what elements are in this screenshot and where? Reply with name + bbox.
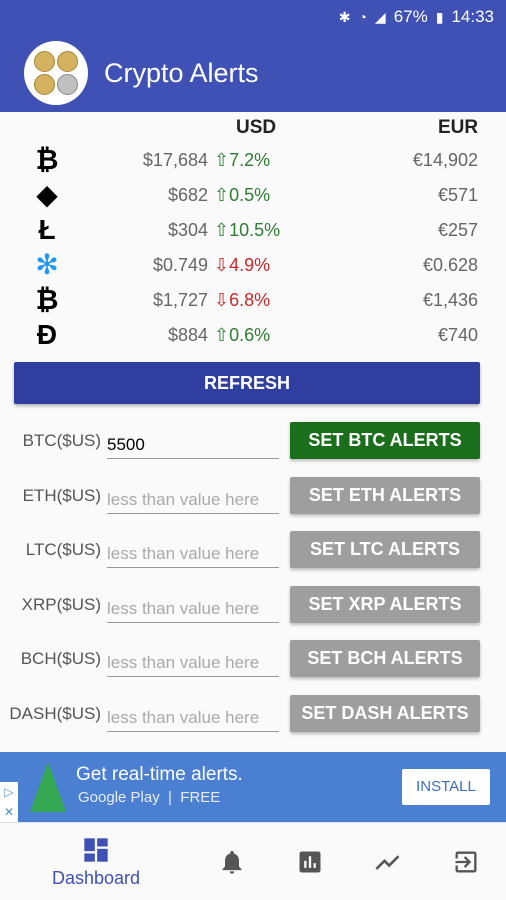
battery-level: 67% [393,7,428,26]
eur-price: €0.628 [422,255,478,275]
bitcoin-cash-icon: ₿ [35,283,59,315]
eur-price: €740 [437,325,478,345]
price-row-btc: ₿ $17,684 ⇧7.2% €14,902 [0,142,506,177]
price-row-bch: ₿ $1,727 ⇩6.8% €1,436 [0,282,506,317]
change-percent: ⇩6.8% [214,290,271,310]
set-ltc-alerts-button[interactable]: SET LTC ALERTS [290,531,480,568]
install-button[interactable]: INSTALL [402,769,490,805]
bar-chart-icon [299,851,321,873]
alert-row-btc: BTC($US) SET BTC ALERTS [0,415,506,469]
alert-label: LTC($US) [25,540,101,559]
status-bar: ✱ ◔ ◢ 67% ▮ 14:33 [0,0,506,34]
eur-price: €1,436 [422,290,478,310]
alert-row-bch: BCH($US) SET BCH ALERTS [0,633,506,687]
usd-price: $304 [167,220,208,240]
set-eth-alerts-button[interactable]: SET ETH ALERTS [290,477,480,514]
bluetooth-icon: ✱ [338,8,351,25]
alert-label: ETH($US) [22,486,101,505]
ad-price: FREE [180,789,221,806]
change-percent: ⇧0.5% [214,185,271,205]
eur-header: EUR [438,117,479,138]
eth-alert-input[interactable] [107,480,279,514]
clock: 14:33 [451,7,494,26]
set-dash-alerts-button[interactable]: SET DASH ALERTS [290,695,480,732]
price-row-dash: Đ $884 ⇧0.6% €740 [0,317,506,352]
set-xrp-alerts-button[interactable]: SET XRP ALERTS [290,586,480,623]
ripple-icon: ✻ [35,249,59,280]
ad-banner[interactable]: ▷ ✕ Get real-time alerts. Google Play | F… [0,752,506,822]
price-row-xrp: ✻ $0.749 ⇩4.9% €0.628 [0,247,506,282]
litecoin-icon: Ł [38,213,56,245]
alert-label: BTC($US) [22,431,101,450]
set-bch-alerts-button[interactable]: SET BCH ALERTS [290,640,480,677]
dogecoin-icon: Đ [36,318,58,350]
nav-alerts[interactable] [210,823,254,900]
usd-price: $17,684 [142,150,208,170]
ad-divider: | [163,789,177,806]
signal-icon: ◢ [374,8,386,25]
app-title: Crypto Alerts [104,57,259,88]
price-row-eth: ◆ $682 ⇧0.5% €571 [0,177,506,212]
google-ads-logo-icon [30,762,66,812]
bch-alert-input[interactable] [107,643,279,677]
refresh-button[interactable]: REFRESH [14,362,480,404]
eur-price: €257 [437,220,478,240]
xrp-alert-input[interactable] [107,589,279,623]
dash-alert-input[interactable] [107,698,279,732]
ad-headline: Get real-time alerts. [76,764,243,785]
nav-trends[interactable] [366,823,410,900]
nav-exit[interactable] [444,823,488,900]
usd-price: $1,727 [152,290,208,310]
exit-icon [455,851,477,873]
ad-subline: Google Play | FREE [78,789,220,806]
alert-row-eth: ETH($US) SET ETH ALERTS [0,470,506,524]
wifi-icon: ◔ [358,9,367,25]
eur-price: €14,902 [412,150,478,170]
ad-store: Google Play [78,789,160,806]
bitcoin-icon: ₿ [35,143,59,175]
btc-alert-input[interactable] [107,425,279,459]
alert-label: XRP($US) [21,595,101,614]
nav-dashboard-label: Dashboard [51,867,141,888]
usd-price: $884 [167,325,208,345]
usd-price: $0.749 [152,255,208,275]
ethereum-icon: ◆ [36,179,58,210]
app-bar: Crypto Alerts [0,34,506,112]
dashboard-icon [84,837,108,862]
alert-label: BCH($US) [20,649,101,668]
alert-label: DASH($US) [9,704,101,723]
main-content: USD EUR ₿ $17,684 ⇧7.2% €14,902 ◆ $682 ⇧… [0,112,506,752]
ad-choices-icon[interactable]: ▷ ✕ [0,782,18,822]
alert-row-dash: DASH($US) SET DASH ALERTS [0,688,506,742]
nav-dashboard[interactable]: Dashboard [46,823,146,900]
change-percent: ⇧10.5% [214,220,281,240]
set-btc-alerts-button[interactable]: SET BTC ALERTS [290,422,480,459]
change-percent: ⇩4.9% [214,255,271,275]
usd-header: USD [236,117,277,138]
usd-price: $682 [167,185,208,205]
nav-charts[interactable] [288,823,332,900]
alert-row-xrp: XRP($US) SET XRP ALERTS [0,579,506,633]
app-logo [24,41,88,105]
alert-row-ltc: LTC($US) SET LTC ALERTS [0,524,506,578]
bell-icon [222,850,242,874]
bottom-navigation: Dashboard [0,822,506,900]
ltc-alert-input[interactable] [107,534,279,568]
price-row-ltc: Ł $304 ⇧10.5% €257 [0,212,506,247]
eur-price: €571 [437,185,478,205]
change-percent: ⇧0.6% [214,325,271,345]
trending-up-icon [375,855,400,870]
battery-icon: ▮ [435,8,444,25]
change-percent: ⇧7.2% [214,150,271,170]
